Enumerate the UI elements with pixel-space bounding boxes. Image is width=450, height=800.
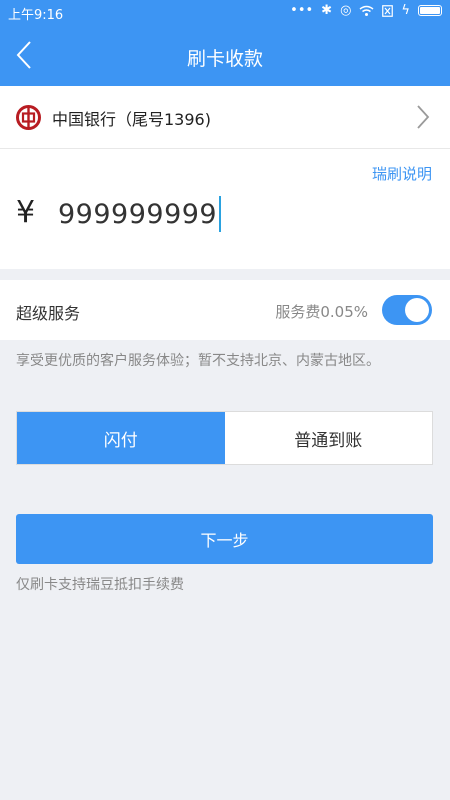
settlement-selector: 闪付 普通到账 xyxy=(16,411,433,465)
bank-card-selector[interactable]: 中国银行（尾号1396) xyxy=(0,86,450,149)
settlement-option-standard[interactable]: 普通到账 xyxy=(225,412,433,464)
dots-icon: ••• xyxy=(290,3,314,18)
toggle-knob xyxy=(405,298,429,322)
service-note: 享受更优质的客户服务体验；暂不支持北京、内蒙古地区。 xyxy=(16,353,380,369)
footnote: 仅刷卡支持瑞豆抵扣手续费 xyxy=(16,577,184,593)
alarm-icon: ◎ xyxy=(340,3,352,18)
status-icons: ••• ✱ ◎ ϟ xyxy=(290,3,442,18)
battery-icon xyxy=(418,5,442,16)
currency-symbol: ¥ xyxy=(16,195,36,230)
text-caret xyxy=(219,196,222,232)
status-time: 上午9:16 xyxy=(8,8,64,23)
help-link[interactable]: 瑞刷说明 xyxy=(372,163,432,184)
nav-bar: 刷卡收款 xyxy=(0,24,450,86)
super-service-label: 超级服务 xyxy=(16,304,81,323)
amount-input[interactable]: 999999999 xyxy=(58,196,222,232)
sim-icon xyxy=(382,4,394,17)
wifi-icon xyxy=(359,5,374,16)
super-service-toggle[interactable] xyxy=(382,295,432,325)
amount-value: 999999999 xyxy=(58,198,218,230)
next-button[interactable]: 下一步 xyxy=(16,514,433,564)
charging-icon: ϟ xyxy=(401,3,410,18)
page-title: 刷卡收款 xyxy=(186,48,263,70)
settlement-option-quickpass[interactable]: 闪付 xyxy=(17,412,225,464)
status-bar: 上午9:16 ••• ✱ ◎ ϟ xyxy=(0,0,450,24)
amount-section: 瑞刷说明 ¥ 999999999 xyxy=(0,149,450,269)
bank-name: 中国银行（尾号1396) xyxy=(52,110,211,129)
super-service-row: 超级服务 服务费0.05% xyxy=(0,280,450,340)
service-fee-label: 服务费0.05% xyxy=(275,303,368,321)
chevron-right-icon xyxy=(417,105,430,129)
bluetooth-icon: ✱ xyxy=(321,3,333,18)
bank-of-china-logo-icon xyxy=(16,105,41,130)
